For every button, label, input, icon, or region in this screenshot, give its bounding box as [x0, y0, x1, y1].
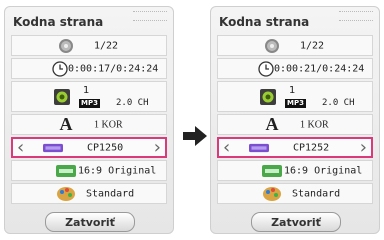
- row-subtitle[interactable]: A 1 KOR: [11, 114, 167, 135]
- aspect-ratio-icon: [56, 163, 76, 179]
- audio-track-value: 1: [83, 85, 90, 96]
- row-audio[interactable]: 1 MP3 2.0 CH: [11, 81, 167, 112]
- aspect-value: 16:9 Original: [78, 165, 157, 176]
- disc-icon: [56, 38, 76, 54]
- close-button[interactable]: Zatvoriť: [251, 212, 341, 232]
- disc-icon: [262, 38, 282, 54]
- chevron-right-icon[interactable]: ›: [154, 138, 161, 157]
- decoration: [133, 11, 167, 21]
- close-button[interactable]: Zatvoriť: [45, 212, 135, 232]
- row-time[interactable]: 0:00:21/0:24:24: [217, 58, 373, 79]
- letter-a-icon: A: [59, 114, 73, 134]
- code-page-value: CP1252: [293, 142, 330, 153]
- time-value: 0:00:17/0:24:24: [68, 63, 159, 74]
- audio-format-badge: MP3: [79, 99, 100, 108]
- audio-channels-value: 2.0 CH: [116, 98, 149, 108]
- row-time[interactable]: 0:00:17/0:24:24: [11, 58, 167, 79]
- settings-list: 1/22 0:00:21/0:24:24 1 MP3 2.0 CH A 1 KO…: [217, 35, 373, 206]
- chevron-left-icon[interactable]: ‹: [223, 138, 230, 157]
- chevron-left-icon[interactable]: ‹: [17, 138, 24, 157]
- aspect-ratio-icon: [262, 163, 282, 179]
- audio-track-value: 1: [289, 85, 296, 96]
- clock-icon: [50, 60, 70, 77]
- subtitle-value: 1 KOR: [300, 119, 329, 130]
- picture-mode-value: Standard: [86, 188, 135, 199]
- arrow-right-icon: [183, 126, 207, 146]
- panel-title: Kodna strana: [219, 15, 310, 29]
- row-subtitle[interactable]: A 1 KOR: [217, 114, 373, 135]
- row-picture[interactable]: Standard: [11, 183, 167, 204]
- abc-icon: [249, 140, 269, 156]
- panel-title: Kodna strana: [13, 15, 104, 29]
- clock-icon: [256, 60, 276, 77]
- settings-list: 1/22 0:00:17/0:24:24 1 MP3 2.0 CH A 1 KO…: [11, 35, 167, 206]
- settings-panel-before: Kodna strana 1/22 0:00:17/0:24:24 1 MP3 …: [4, 6, 174, 234]
- speaker-icon: [52, 88, 72, 105]
- palette-icon: [56, 186, 76, 202]
- row-audio[interactable]: 1 MP3 2.0 CH: [217, 81, 373, 112]
- row-code-page[interactable]: ‹ CP1252 ›: [217, 137, 373, 158]
- speaker-icon: [258, 88, 278, 105]
- row-code-page[interactable]: ‹ CP1250 ›: [11, 137, 167, 158]
- settings-panel-after: Kodna strana 1/22 0:00:21/0:24:24 1 MP3 …: [210, 6, 380, 234]
- row-aspect[interactable]: 16:9 Original: [11, 160, 167, 181]
- chapter-value: 1/22: [300, 40, 325, 51]
- aspect-value: 16:9 Original: [284, 165, 363, 176]
- palette-icon: [262, 186, 282, 202]
- chevron-right-icon[interactable]: ›: [360, 138, 367, 157]
- picture-mode-value: Standard: [292, 188, 341, 199]
- abc-icon: [43, 140, 63, 156]
- row-chapter[interactable]: 1/22: [217, 35, 373, 56]
- audio-format-badge: MP3: [285, 99, 306, 108]
- chapter-value: 1/22: [94, 40, 119, 51]
- row-aspect[interactable]: 16:9 Original: [217, 160, 373, 181]
- code-page-value: CP1250: [87, 142, 124, 153]
- row-picture[interactable]: Standard: [217, 183, 373, 204]
- row-chapter[interactable]: 1/22: [11, 35, 167, 56]
- letter-a-icon: A: [265, 114, 279, 134]
- subtitle-value: 1 KOR: [94, 119, 123, 130]
- time-value: 0:00:21/0:24:24: [274, 63, 365, 74]
- decoration: [339, 11, 373, 21]
- audio-channels-value: 2.0 CH: [322, 98, 355, 108]
